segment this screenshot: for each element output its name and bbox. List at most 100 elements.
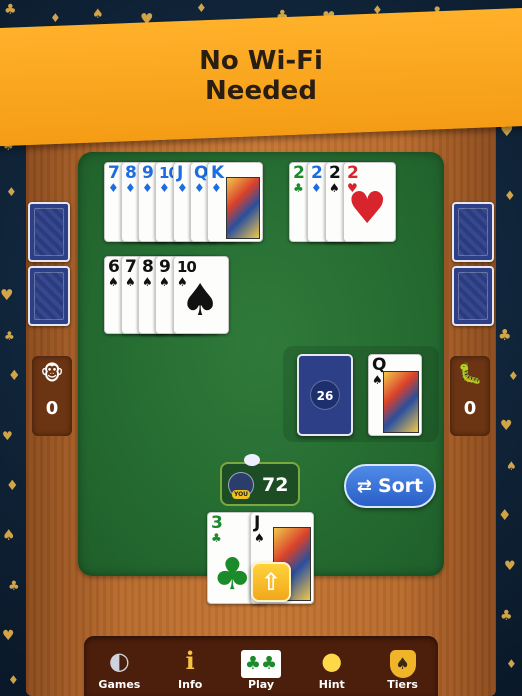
nav-play[interactable]: ♣♣ Play — [231, 646, 291, 691]
svg-text:♦: ♦ — [498, 506, 511, 524]
card-rank: 2 — [329, 163, 341, 183]
card-suit: ♦ — [159, 181, 170, 195]
left-opponent-card-back — [28, 202, 70, 262]
card[interactable]: 2 ♥ ♥ — [343, 162, 396, 242]
club-pip-icon: ♣ — [212, 549, 252, 600]
svg-text:♣: ♣ — [8, 579, 20, 594]
svg-text:♦: ♦ — [6, 478, 19, 494]
card-rank: 10 — [177, 258, 197, 276]
svg-text:♦: ♦ — [508, 369, 519, 383]
svg-text:♠: ♠ — [92, 7, 104, 22]
svg-text:♣: ♣ — [500, 608, 513, 624]
card-suit: ♣ — [293, 181, 304, 195]
card-suit: ♠ — [159, 275, 170, 289]
player-score-panel: YOU 72 — [220, 454, 300, 506]
card-suit: ♠ — [142, 275, 153, 289]
svg-text:♥: ♥ — [0, 286, 13, 304]
svg-text:♣: ♣ — [4, 329, 15, 343]
left-opponent-score: 0 — [45, 398, 59, 419]
swap-arrows-icon: ⇄ — [356, 475, 372, 497]
right-opponent-card-back — [452, 202, 494, 262]
card-rank: J — [254, 513, 261, 533]
card-rank: 7 — [108, 163, 120, 183]
nav-label: Games — [98, 677, 141, 691]
svg-text:♥: ♥ — [2, 429, 13, 443]
card-rank: 6 — [108, 257, 120, 277]
bottom-nav: ◐ Games i Info ♣♣ Play ● Hint ♠ Tiers — [84, 636, 438, 696]
card-suit: ♦ — [194, 181, 205, 195]
right-opponent-score: 0 — [463, 398, 477, 419]
card-rank: 3 — [211, 513, 223, 533]
card-suit: ♠ — [254, 531, 265, 545]
nav-label: Tiers — [387, 677, 418, 691]
svg-text:♦: ♦ — [506, 657, 517, 671]
card-suit: ♦ — [211, 181, 222, 195]
svg-text:♦: ♦ — [8, 368, 21, 384]
sort-button[interactable]: ⇄ Sort — [344, 464, 436, 508]
card-suit: ♠ — [108, 275, 119, 289]
card-suit: ♦ — [177, 181, 188, 195]
discard-pile-card[interactable]: Q ♠ — [368, 354, 422, 436]
card-rank: J — [177, 163, 184, 183]
left-opponent-panel[interactable]: 🐵 0 — [32, 356, 72, 436]
tiers-badge-icon: ♠ — [373, 646, 433, 678]
svg-text:♠: ♠ — [506, 459, 517, 473]
card-suit: ♦ — [108, 181, 119, 195]
play-card-arrow-button[interactable]: ⇧ — [251, 562, 291, 602]
nav-label: Hint — [318, 677, 345, 691]
card[interactable]: K ♦ — [207, 162, 263, 242]
nav-tiers[interactable]: ♠ Tiers — [373, 646, 433, 691]
card-rank: 2 — [311, 163, 323, 183]
card-rank: 9 — [142, 163, 154, 183]
card-suit: ♣ — [211, 531, 222, 545]
queen-face-art — [383, 371, 419, 433]
right-opponent-panel[interactable]: 🐛 0 — [450, 356, 490, 436]
right-opponent-card-back — [452, 266, 494, 326]
nav-hint[interactable]: ● Hint — [302, 646, 362, 691]
svg-text:♥: ♥ — [2, 628, 15, 644]
deck-count: 26 — [310, 380, 340, 410]
you-badge: YOU — [232, 490, 250, 499]
worm-icon: 🐛 — [457, 361, 483, 385]
nav-label: Info — [178, 677, 203, 691]
card[interactable]: 10 ♠ ♠ — [173, 256, 229, 334]
svg-text:♥: ♥ — [504, 559, 516, 574]
info-icon: i — [185, 645, 195, 675]
svg-text:♥: ♥ — [500, 418, 513, 434]
card-suit: ♦ — [125, 181, 136, 195]
player-score: 72 — [262, 474, 289, 496]
games-icon: ◐ — [108, 646, 130, 675]
left-opponent-card-back — [28, 266, 70, 326]
monkey-icon: 🐵 — [40, 361, 64, 385]
card-rank: 8 — [125, 163, 137, 183]
chat-bubble-icon — [244, 454, 260, 466]
svg-text:♦: ♦ — [504, 189, 516, 204]
sort-button-label: Sort — [377, 475, 424, 497]
king-face-art — [226, 177, 260, 239]
card-rank: 2 — [347, 163, 359, 183]
nav-info[interactable]: i Info — [160, 646, 220, 691]
svg-text:♦: ♦ — [6, 185, 17, 199]
card-rank: 8 — [142, 257, 154, 277]
card-rank: K — [211, 163, 225, 183]
svg-text:♠: ♠ — [2, 526, 15, 544]
card-suit: ♦ — [311, 181, 322, 195]
svg-text:♣: ♣ — [4, 2, 17, 18]
banner-line-1: No Wi-Fi — [199, 46, 323, 76]
lightbulb-icon: ● — [321, 646, 343, 675]
card-rank: 7 — [125, 257, 137, 277]
card-suit: ♠ — [329, 181, 340, 195]
heart-pip-icon: ♥ — [347, 183, 387, 234]
card-suit: ♠ — [372, 373, 383, 387]
card-suit: ♠ — [125, 275, 136, 289]
svg-text:♣: ♣ — [498, 326, 511, 344]
svg-text:♦: ♦ — [8, 673, 19, 687]
svg-text:♦: ♦ — [50, 11, 61, 25]
spade-pip-icon: ♠ — [180, 275, 220, 326]
banner-line-2: Needed — [205, 76, 317, 106]
svg-text:♦: ♦ — [196, 1, 207, 15]
card-rank: 9 — [159, 257, 171, 277]
nav-games[interactable]: ◐ Games — [89, 646, 149, 691]
banner-title: No Wi-Fi Needed — [0, 46, 522, 106]
nav-label: Play — [247, 677, 275, 691]
